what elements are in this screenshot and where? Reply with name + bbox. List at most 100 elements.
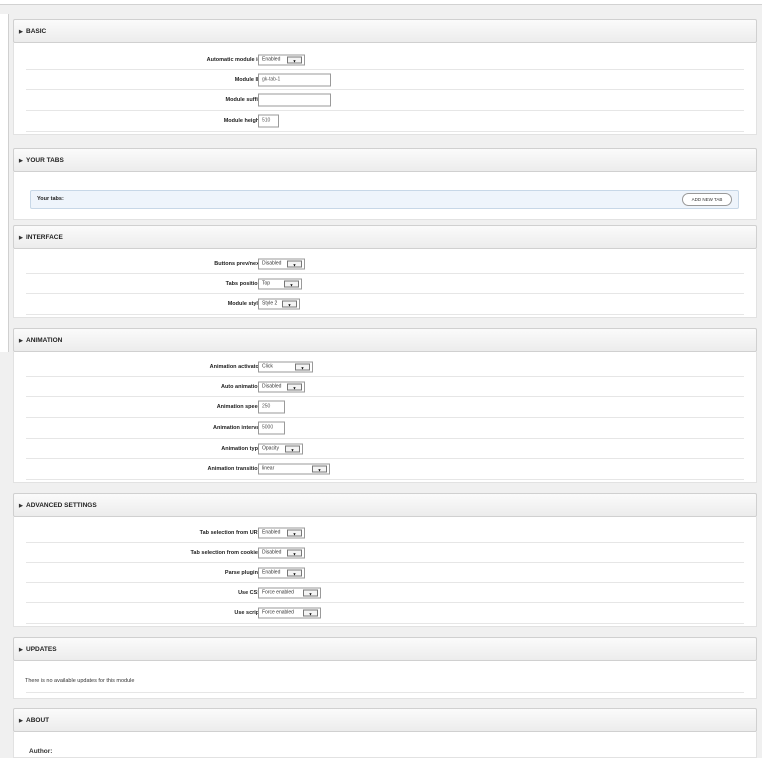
section-header-animation[interactable]: ▶ ANIMATION bbox=[13, 328, 757, 352]
module-settings-page: ▶ BASIC Automatic module id Enabled ▼ Mo… bbox=[0, 0, 762, 758]
setting-label: Use script bbox=[234, 610, 261, 616]
chevron-down-icon: ▼ bbox=[287, 260, 302, 267]
module-height-input[interactable]: 510 bbox=[258, 114, 279, 128]
your-tabs-panel: Your tabs: ADD NEW TAB bbox=[30, 190, 739, 209]
animation-activator-select[interactable]: Click ▼ bbox=[258, 361, 313, 372]
select-value: Force enabled bbox=[262, 609, 294, 616]
setting-label: Animation transition bbox=[207, 466, 261, 472]
setting-label: Animation activator bbox=[209, 363, 261, 370]
select-value: Opacity bbox=[262, 445, 279, 451]
select-value: linear bbox=[262, 465, 275, 472]
setting-row-use-script: Use script Force enabled ▼ bbox=[26, 603, 744, 624]
triangle-right-icon: ▶ bbox=[19, 338, 23, 344]
section-header-updates[interactable]: ▶ UPDATES bbox=[13, 637, 757, 661]
triangle-right-icon: ▶ bbox=[19, 235, 23, 241]
triangle-right-icon: ▶ bbox=[19, 718, 23, 724]
chevron-down-icon: ▼ bbox=[303, 609, 318, 617]
setting-label: Tab selection from cookies bbox=[190, 549, 261, 556]
setting-row-module-style: Module style Style 2 ▼ bbox=[26, 294, 744, 315]
setting-label: Auto animation bbox=[220, 383, 261, 390]
use-css-select[interactable]: Force enabled ▼ bbox=[258, 587, 321, 598]
add-new-tab-button[interactable]: ADD NEW TAB bbox=[682, 193, 732, 206]
your-tabs-label: Your tabs: bbox=[37, 196, 64, 202]
setting-label: Tab selection from URL bbox=[199, 529, 261, 536]
section-title: INTERFACE bbox=[26, 234, 63, 241]
chevron-down-icon: ▼ bbox=[287, 56, 302, 63]
setting-row-automatic-module-id: Automatic module id Enabled ▼ bbox=[26, 50, 744, 70]
chevron-down-icon: ▼ bbox=[282, 300, 297, 308]
select-value: Enabled bbox=[262, 529, 281, 535]
section-header-advanced-settings[interactable]: ▶ ADVANCED SETTINGS bbox=[13, 493, 757, 517]
setting-row-animation-type: Animation type Opacity ▼ bbox=[26, 439, 744, 459]
setting-label: Module suffix bbox=[225, 97, 261, 103]
setting-label: Automatic module id bbox=[206, 56, 261, 63]
tabs-position-select[interactable]: Top ▼ bbox=[258, 278, 302, 289]
select-value: Force enabled bbox=[262, 589, 294, 595]
setting-label: Module height bbox=[223, 118, 261, 124]
select-value: Disabled bbox=[262, 383, 282, 389]
animation-speed-input[interactable]: 250 bbox=[258, 400, 285, 414]
select-value: Top bbox=[262, 280, 271, 286]
setting-row-parse-plugins: Parse plugins Enabled ▼ bbox=[26, 563, 744, 583]
setting-row-tab-selection-from-cookies: Tab selection from cookies Disabled ▼ bbox=[26, 543, 744, 563]
setting-row-buttons-prev-next: Buttons prev/next Disabled ▼ bbox=[26, 254, 744, 274]
left-edge-panel bbox=[0, 14, 9, 352]
module-id-input[interactable]: gk-tab-1 bbox=[258, 73, 331, 86]
module-suffix-input[interactable] bbox=[258, 93, 331, 107]
select-value: Disabled bbox=[262, 549, 282, 555]
chevron-down-icon: ▼ bbox=[285, 445, 300, 452]
auto-animation-select[interactable]: Disabled ▼ bbox=[258, 381, 305, 392]
module-style-select[interactable]: Style 2 ▼ bbox=[258, 298, 300, 310]
updates-note: There is no available updates for this m… bbox=[25, 678, 135, 684]
setting-row-module-height: Module height 510 bbox=[26, 111, 744, 132]
select-value: Click bbox=[262, 363, 273, 369]
automatic-module-id-select[interactable]: Enabled ▼ bbox=[258, 54, 305, 65]
top-bar bbox=[0, 0, 762, 5]
section-body-interface: Buttons prev/next Disabled ▼ Tabs positi… bbox=[13, 249, 757, 318]
section-title: ABOUT bbox=[26, 717, 50, 724]
section-title: UPDATES bbox=[26, 646, 57, 653]
section-title: ADVANCED SETTINGS bbox=[26, 502, 97, 509]
use-script-select[interactable]: Force enabled ▼ bbox=[258, 607, 321, 619]
section-header-interface[interactable]: ▶ INTERFACE bbox=[13, 225, 757, 249]
setting-row-module-suffix: Module suffix bbox=[26, 90, 744, 111]
triangle-right-icon: ▶ bbox=[19, 503, 23, 509]
triangle-right-icon: ▶ bbox=[19, 647, 23, 653]
setting-label: Animation type bbox=[221, 445, 261, 452]
setting-row-use-css: Use CSS Force enabled ▼ bbox=[26, 583, 744, 603]
triangle-right-icon: ▶ bbox=[19, 158, 23, 164]
tab-selection-from-url-select[interactable]: Enabled ▼ bbox=[258, 527, 305, 538]
animation-transition-select[interactable]: linear ▼ bbox=[258, 463, 330, 475]
section-header-basic[interactable]: ▶ BASIC bbox=[13, 19, 757, 43]
section-body-animation: Animation activator Click ▼ Auto animati… bbox=[13, 352, 757, 483]
section-body-about bbox=[13, 732, 757, 758]
setting-row-auto-animation: Auto animation Disabled ▼ bbox=[26, 377, 744, 397]
section-body-advanced-settings: Tab selection from URL Enabled ▼ Tab sel… bbox=[13, 517, 757, 627]
setting-label: Parse plugins bbox=[224, 569, 261, 576]
author-label: Author: bbox=[29, 748, 53, 755]
section-title: ANIMATION bbox=[26, 337, 63, 344]
section-header-about[interactable]: ▶ ABOUT bbox=[13, 708, 757, 732]
triangle-right-icon: ▶ bbox=[19, 29, 23, 35]
select-value: Style 2 bbox=[262, 300, 278, 307]
chevron-down-icon: ▼ bbox=[295, 363, 310, 370]
select-value: Enabled bbox=[262, 569, 281, 575]
chevron-down-icon: ▼ bbox=[287, 569, 302, 576]
chevron-down-icon: ▼ bbox=[287, 383, 302, 390]
chevron-down-icon: ▼ bbox=[312, 465, 327, 473]
tab-selection-from-cookies-select[interactable]: Disabled ▼ bbox=[258, 547, 305, 558]
setting-row-module-id: Module ID gk-tab-1 bbox=[26, 70, 744, 90]
section-header-your-tabs[interactable]: ▶ YOUR TABS bbox=[13, 148, 757, 172]
setting-row-tabs-position: Tabs position Top ▼ bbox=[26, 274, 744, 294]
buttons-prev-next-select[interactable]: Disabled ▼ bbox=[258, 258, 305, 269]
parse-plugins-select[interactable]: Enabled ▼ bbox=[258, 567, 305, 578]
setting-label: Animation interval bbox=[213, 425, 261, 431]
setting-row-animation-transition: Animation transition linear ▼ bbox=[26, 459, 744, 480]
select-value: Enabled bbox=[262, 56, 281, 62]
animation-type-select[interactable]: Opacity ▼ bbox=[258, 443, 303, 454]
setting-label: Module style bbox=[227, 301, 261, 307]
setting-label: Buttons prev/next bbox=[214, 260, 261, 267]
chevron-down-icon: ▼ bbox=[287, 529, 302, 536]
chevron-down-icon: ▼ bbox=[303, 589, 318, 596]
animation-interval-input[interactable]: 5000 bbox=[258, 421, 285, 435]
